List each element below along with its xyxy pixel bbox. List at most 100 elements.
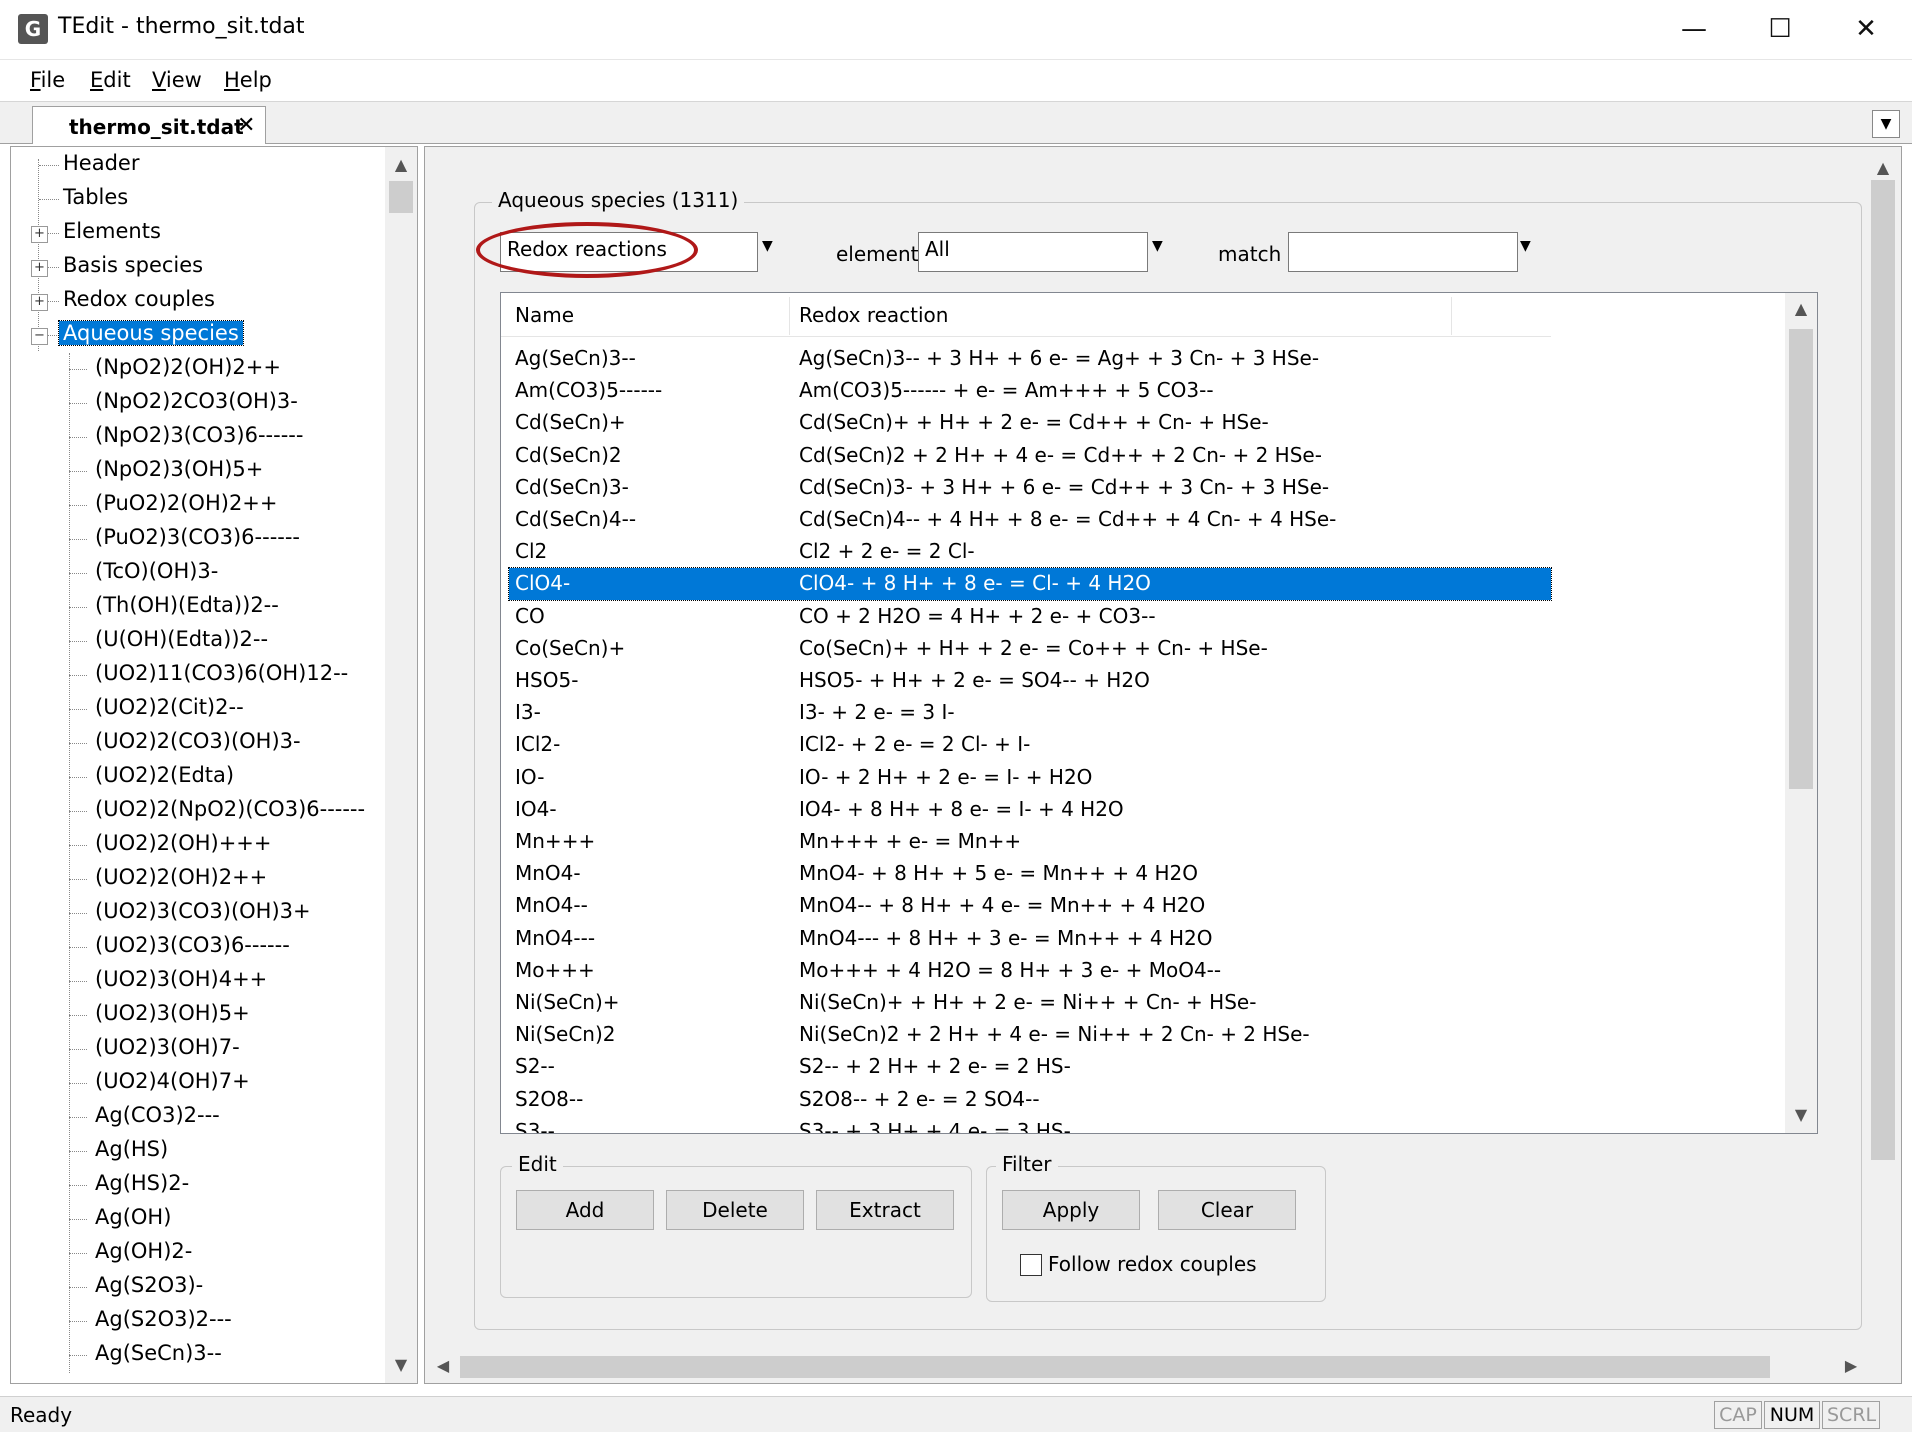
tree-node-basis-species[interactable]: + Basis species [11,251,391,285]
scroll-up-icon[interactable]: ▲ [1868,158,1898,177]
tree-child-node[interactable]: (TcO)(OH)3- [11,557,391,591]
scroll-right-icon[interactable]: ▶ [1840,1356,1862,1375]
table-row[interactable]: Ni(SeCn)2 Ni(SeCn)2 + 2 H+ + 4 e- = Ni++ … [509,1019,1551,1051]
scroll-down-icon[interactable]: ▼ [1785,1105,1817,1124]
tree-child-node[interactable]: (UO2)3(OH)5+ [11,999,391,1033]
scroll-up-icon[interactable]: ▲ [1785,299,1817,318]
list-vertical-scrollbar[interactable]: ▲ ▼ [1785,293,1817,1133]
table-row[interactable]: S2-- S2-- + 2 H+ + 2 e- = 2 HS- [509,1051,1551,1083]
table-row[interactable]: Cd(SeCn)4-- Cd(SeCn)4-- + 4 H+ + 8 e- = C… [509,504,1551,536]
tree-child-node[interactable]: Ag(OH) [11,1203,391,1237]
table-row[interactable]: IO4- IO4- + 8 H+ + 8 e- = I- + 4 H2O [509,794,1551,826]
collapse-icon[interactable]: − [31,328,48,345]
scrollbar-thumb[interactable] [389,181,413,213]
tree-child-node[interactable]: Ag(OH)2- [11,1237,391,1271]
table-row[interactable]: CO CO + 2 H2O = 4 H+ + 2 e- + CO3-- [509,601,1551,633]
tree-node-tables[interactable]: Tables [11,183,391,217]
tree-node-redox-couples[interactable]: + Redox couples [11,285,391,319]
tree-child-node[interactable]: (UO2)2(NpO2)(CO3)6------ [11,795,391,829]
minimize-button[interactable]: — [1652,0,1736,60]
scrollbar-thumb[interactable] [460,1356,1770,1378]
tree-node-aqueous-species[interactable]: − Aqueous species [11,319,391,353]
table-row[interactable]: HSO5- HSO5- + H+ + 2 e- = SO4-- + H2O [509,665,1551,697]
document-tab[interactable]: thermo_sit.tdat ✕ [32,106,266,144]
tree-child-node[interactable]: (NpO2)3(OH)5+ [11,455,391,489]
match-dropdown-icon[interactable]: ▼ [1520,238,1531,254]
column-separator[interactable] [1451,297,1452,335]
element-select[interactable]: All [918,232,1148,272]
tree-child-node[interactable]: Ag(HS)2- [11,1169,391,1203]
maximize-button[interactable]: ☐ [1738,0,1822,60]
table-row[interactable]: Mo+++ Mo+++ + 4 H2O = 8 H+ + 3 e- + MoO4-… [509,955,1551,987]
table-row[interactable]: ICl2- ICl2- + 2 e- = 2 Cl- + I- [509,729,1551,761]
clear-button[interactable]: Clear [1158,1190,1296,1230]
follow-redox-couples-checkbox[interactable] [1020,1254,1042,1276]
table-row[interactable]: Ag(SeCn)3-- Ag(SeCn)3-- + 3 H+ + 6 e- = A… [509,343,1551,375]
tree-child-node[interactable]: (UO2)2(OH)2++ [11,863,391,897]
tree-child-node[interactable]: (UO2)11(CO3)6(OH)12-- [11,659,391,693]
column-header-reaction[interactable]: Redox reaction [799,303,948,327]
table-row[interactable]: MnO4-- MnO4-- + 8 H+ + 4 e- = Mn++ + 4 H2… [509,890,1551,922]
tree-child-node[interactable]: Ag(S2O3)- [11,1271,391,1305]
scrollbar-thumb[interactable] [1871,180,1895,1160]
panel-vertical-scrollbar[interactable]: ▲ [1868,150,1898,1340]
tree-child-node[interactable]: (Th(OH)(Edta))2-- [11,591,391,625]
tree-vertical-scrollbar[interactable]: ▲ ▼ [385,147,417,1383]
column-header-name[interactable]: Name [515,303,574,327]
tree-node-header[interactable]: Header [11,149,391,183]
tree-child-node[interactable]: (UO2)2(Edta) [11,761,391,795]
tree-node-elements[interactable]: + Elements [11,217,391,251]
tree-child-node[interactable]: (PuO2)2(OH)2++ [11,489,391,523]
menu-view[interactable]: View [152,68,202,92]
scroll-down-icon[interactable]: ▼ [385,1355,417,1374]
tree-child-node[interactable]: (UO2)2(CO3)(OH)3- [11,727,391,761]
tree-child-node[interactable]: (UO2)3(OH)4++ [11,965,391,999]
tree-child-node[interactable]: Ag(CO3)2--- [11,1101,391,1135]
tree-child-node[interactable]: (PuO2)3(CO3)6------ [11,523,391,557]
column-separator[interactable] [789,297,790,335]
extract-button[interactable]: Extract [816,1190,954,1230]
table-row[interactable]: Cd(SeCn)3- Cd(SeCn)3- + 3 H+ + 6 e- = Cd+… [509,472,1551,504]
tree-child-node[interactable]: (UO2)3(OH)7- [11,1033,391,1067]
menu-file[interactable]: File [30,68,65,92]
scrollbar-thumb[interactable] [1789,329,1813,789]
table-row[interactable]: ClO4- ClO4- + 8 H+ + 8 e- = Cl- + 4 H2O [508,567,1552,602]
add-button[interactable]: Add [516,1190,654,1230]
table-row[interactable]: Cd(SeCn)2 Cd(SeCn)2 + 2 H+ + 4 e- = Cd++ … [509,440,1551,472]
table-row[interactable]: MnO4- MnO4- + 8 H+ + 5 e- = Mn++ + 4 H2O [509,858,1551,890]
tree-child-node[interactable]: (NpO2)2CO3(OH)3- [11,387,391,421]
tab-close-icon[interactable]: ✕ [237,113,255,138]
element-dropdown-icon[interactable]: ▼ [1152,238,1163,254]
tree-child-node[interactable]: (NpO2)2(OH)2++ [11,353,391,387]
table-row[interactable]: Cd(SeCn)+ Cd(SeCn)+ + H+ + 2 e- = Cd++ + … [509,407,1551,439]
tree-child-node[interactable]: (UO2)2(OH)+++ [11,829,391,863]
follow-redox-couples-label[interactable]: Follow redox couples [1048,1252,1257,1276]
delete-button[interactable]: Delete [666,1190,804,1230]
menu-help[interactable]: Help [224,68,272,92]
expand-icon[interactable]: + [31,226,48,243]
scroll-left-icon[interactable]: ◀ [432,1356,454,1375]
table-row[interactable]: MnO4--- MnO4--- + 8 H+ + 3 e- = Mn++ + 4 … [509,923,1551,955]
tree-child-node[interactable]: (UO2)2(Cit)2-- [11,693,391,727]
table-row[interactable]: Ni(SeCn)+ Ni(SeCn)+ + H+ + 2 e- = Ni++ + … [509,987,1551,1019]
apply-button[interactable]: Apply [1002,1190,1140,1230]
table-row[interactable]: S2O8-- S2O8-- + 2 e- = 2 SO4-- [509,1084,1551,1116]
panel-horizontal-scrollbar[interactable]: ◀ ▶ [428,1352,1868,1382]
table-row[interactable]: IO- IO- + 2 H+ + 2 e- = I- + H2O [509,762,1551,794]
table-row[interactable]: Cl2 Cl2 + 2 e- = 2 Cl- [509,536,1551,568]
table-row[interactable]: Am(CO3)5------ Am(CO3)5------ + e- = Am++… [509,375,1551,407]
tree-child-node[interactable]: Ag(SeCn)3-- [11,1339,391,1373]
tab-list-dropdown-icon[interactable]: ▼ [1872,110,1900,138]
table-row[interactable]: S3-- S3-- + 3 H+ + 4 e- = 3 HS- [509,1116,1551,1133]
match-input[interactable] [1288,232,1518,272]
close-button[interactable]: ✕ [1824,0,1908,60]
tree-child-node[interactable]: (UO2)3(CO3)(OH)3+ [11,897,391,931]
expand-icon[interactable]: + [31,294,48,311]
tree-child-node[interactable]: (UO2)3(CO3)6------ [11,931,391,965]
table-row[interactable]: Co(SeCn)+ Co(SeCn)+ + H+ + 2 e- = Co++ + … [509,633,1551,665]
expand-icon[interactable]: + [31,260,48,277]
tree-child-node[interactable]: Ag(HS) [11,1135,391,1169]
tree-child-node[interactable]: (NpO2)3(CO3)6------ [11,421,391,455]
view-mode-dropdown-icon[interactable]: ▼ [762,238,773,254]
tree-child-node[interactable]: (UO2)4(OH)7+ [11,1067,391,1101]
